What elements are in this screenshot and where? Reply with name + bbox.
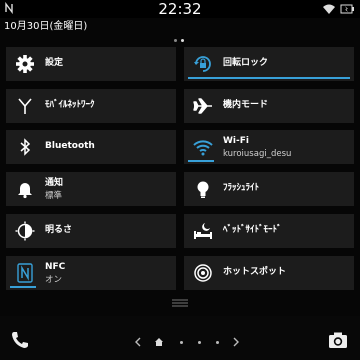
wifi-icon [323, 4, 335, 14]
page-indicator [174, 39, 186, 43]
tile-flashlight-label: ﾌﾗｯｼｭﾗｲﾄ [223, 183, 260, 193]
status-clock: 22:32 [158, 0, 202, 18]
tile-notifications-sub: 標準 [45, 191, 63, 201]
tile-active-indicator [188, 77, 350, 79]
page-dot[interactable] [216, 341, 219, 344]
tile-mobile-network-label: ﾓﾊﾞｲﾙﾈｯﾄﾜｰｸ [45, 100, 95, 110]
tile-airplane-mode-label: 機内モード [223, 100, 269, 110]
tile-flashlight[interactable]: ﾌﾗｯｼｭﾗｲﾄ [184, 172, 354, 206]
tile-mobile-network[interactable]: ﾓﾊﾞｲﾙﾈｯﾄﾜｰｸ [6, 89, 176, 123]
tile-rotation-lock[interactable]: 回転ロック [184, 47, 354, 81]
lightbulb-icon [197, 181, 209, 198]
tile-wifi[interactable]: Wi-Fi kuroiusagi_desu [184, 130, 354, 164]
page-dot [174, 39, 177, 42]
tile-notifications-label: 通知 [45, 178, 64, 188]
chevron-left-icon[interactable] [134, 337, 142, 347]
page-dot[interactable] [198, 341, 201, 344]
bedside-moon-icon [194, 223, 212, 239]
page-dot[interactable] [180, 341, 183, 344]
tile-settings[interactable]: 設定 [6, 47, 176, 81]
chevron-right-icon[interactable] [232, 337, 240, 347]
tile-hotspot-label: ホットスポット [223, 267, 287, 277]
tile-active-indicator [188, 160, 214, 162]
drag-handle-icon[interactable] [170, 298, 190, 308]
tile-rotation-lock-label: 回転ロック [223, 58, 269, 68]
bell-icon [18, 183, 32, 199]
tile-nfc[interactable]: NFC オン [6, 256, 176, 290]
tile-bluetooth[interactable]: Bluetooth [6, 130, 176, 164]
tile-notifications[interactable]: 通知 標準 [6, 172, 176, 206]
rotation-lock-icon [194, 56, 211, 72]
airplane-icon [193, 98, 212, 114]
tile-nfc-sub: オン [45, 275, 63, 285]
wifi-icon [193, 140, 213, 156]
antenna-icon [18, 98, 32, 114]
tile-wifi-label: Wi-Fi [223, 136, 249, 146]
tile-settings-label: 設定 [45, 58, 64, 68]
battery-icon [340, 4, 354, 14]
hotspot-icon [194, 264, 212, 282]
home-icon[interactable] [154, 337, 164, 347]
brightness-icon [15, 221, 35, 241]
tile-bedside-mode[interactable]: ﾍﾞｯﾄﾞｻｲﾄﾞﾓｰﾄﾞ [184, 214, 354, 248]
tile-hotspot[interactable]: ホットスポット [184, 256, 354, 290]
camera-icon[interactable] [328, 331, 348, 349]
tile-bedside-mode-label: ﾍﾞｯﾄﾞｻｲﾄﾞﾓｰﾄﾞ [223, 225, 282, 235]
tile-nfc-label: NFC [45, 262, 66, 272]
tile-brightness-label: 明るさ [45, 225, 73, 235]
nfc-icon [17, 263, 33, 283]
bluetooth-icon [20, 138, 31, 156]
page-dot-active [181, 39, 184, 42]
status-bar: 22:32 [0, 0, 360, 18]
gear-icon [16, 55, 34, 73]
phone-icon[interactable] [10, 330, 30, 350]
bottom-bar [0, 316, 360, 360]
date-label: 10月30日(金曜日) [4, 21, 88, 32]
tile-wifi-ssid: kuroiusagi_desu [223, 149, 292, 159]
tile-active-indicator [10, 286, 36, 288]
tile-bluetooth-label: Bluetooth [45, 141, 95, 151]
tile-airplane-mode[interactable]: 機内モード [184, 89, 354, 123]
tile-brightness[interactable]: 明るさ [6, 214, 176, 248]
